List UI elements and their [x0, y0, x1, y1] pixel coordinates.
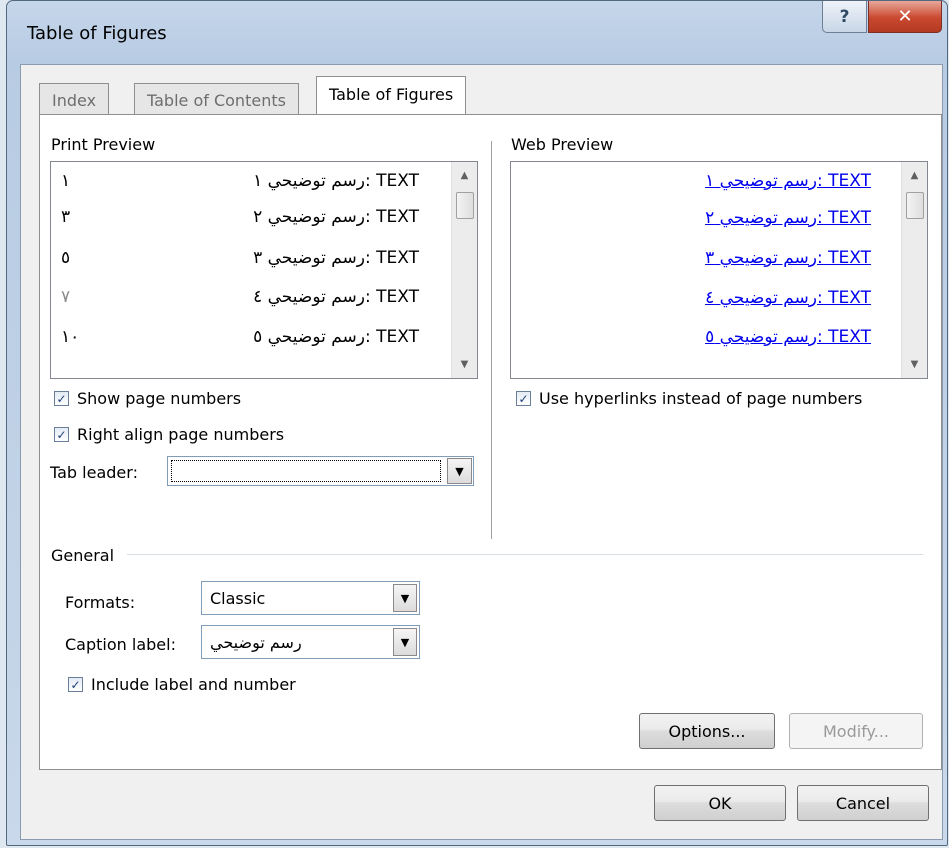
window-title: Table of Figures [27, 23, 167, 44]
formats-label: Formats: [65, 593, 136, 612]
formats-combo[interactable]: Classic ▼ [201, 581, 420, 615]
ok-button[interactable]: OK [654, 785, 786, 821]
chevron-down-icon[interactable]: ▼ [447, 458, 472, 484]
general-separator [127, 554, 923, 555]
scroll-up-icon[interactable]: ▲ [902, 170, 927, 181]
general-group-label: General [51, 546, 115, 565]
tab-leader-focus [171, 460, 441, 482]
tab-index[interactable]: Index [39, 83, 110, 116]
chevron-down-icon[interactable]: ▼ [393, 584, 417, 612]
include-label-label: Include label and number [91, 675, 296, 694]
print-preview-scrollbar[interactable]: ▲ ▼ [451, 162, 477, 378]
use-hyperlinks-label: Use hyperlinks instead of page numbers [539, 389, 863, 408]
right-align-checkbox[interactable]: ✓ Right align page numbers [54, 425, 284, 444]
web-preview-scrollbar[interactable]: ▲ ▼ [901, 162, 927, 378]
scroll-down-icon[interactable]: ▼ [452, 359, 477, 370]
help-button[interactable]: ? [822, 1, 867, 33]
print-preview-page: ٧ [61, 287, 71, 307]
web-preview-label: Web Preview [511, 135, 614, 154]
dialog-window: Table of Figures ? ✕ Index Table of Cont… [6, 0, 948, 846]
print-preview-entry: رسم توضيحي ٣: TEXT [253, 248, 419, 268]
show-page-numbers-label: Show page numbers [77, 389, 242, 408]
print-preview-page: ٥ [61, 248, 71, 268]
include-label-checkbox[interactable]: ✓ Include label and number [68, 675, 296, 694]
print-preview-page: ٣ [61, 207, 71, 227]
use-hyperlinks-checkbox[interactable]: ✓ Use hyperlinks instead of page numbers [516, 389, 862, 408]
help-icon: ? [839, 6, 850, 27]
print-preview-list[interactable]: رسم توضيحي ١: TEXT ١ رسم توضيحي ٢: TEXT … [50, 161, 478, 379]
print-preview-entry: رسم توضيحي ٥: TEXT [253, 327, 419, 347]
checkbox-checked-icon[interactable]: ✓ [516, 391, 531, 406]
caption-label-label: Caption label: [65, 635, 176, 654]
tab-leader-label: Tab leader: [50, 463, 138, 482]
caption-label-value: رسم توضيحي [210, 633, 302, 652]
web-preview-link[interactable]: رسم توضيحي ٥: TEXT [705, 327, 871, 347]
cancel-button[interactable]: Cancel [797, 785, 929, 821]
tab-table-of-figures[interactable]: Table of Figures [316, 76, 467, 116]
print-preview-page: ١ [61, 171, 71, 191]
checkbox-checked-icon[interactable]: ✓ [68, 677, 83, 692]
print-preview-label: Print Preview [51, 135, 156, 154]
checkbox-checked-icon[interactable]: ✓ [54, 391, 69, 406]
web-preview-link[interactable]: رسم توضيحي ٤: TEXT [705, 288, 871, 308]
modify-button[interactable]: Modify... [789, 713, 923, 749]
close-button[interactable]: ✕ [868, 1, 942, 33]
scroll-up-icon[interactable]: ▲ [452, 170, 477, 181]
print-preview-entry: رسم توضيحي ٤: TEXT [253, 287, 419, 307]
web-preview-link[interactable]: رسم توضيحي ٣: TEXT [705, 248, 871, 268]
scroll-down-icon[interactable]: ▼ [902, 359, 927, 370]
tab-leader-combo[interactable]: ▼ [167, 456, 474, 486]
scroll-thumb[interactable] [456, 192, 474, 219]
web-preview-link[interactable]: رسم توضيحي ١: TEXT [705, 171, 871, 191]
caption-label-combo[interactable]: رسم توضيحي ▼ [201, 625, 420, 659]
print-preview-entry: رسم توضيحي ١: TEXT [253, 171, 419, 191]
web-preview-link[interactable]: رسم توضيحي ٢: TEXT [705, 208, 871, 228]
chevron-down-icon[interactable]: ▼ [393, 628, 417, 656]
scroll-thumb[interactable] [906, 192, 924, 219]
vertical-separator [491, 141, 492, 539]
close-icon: ✕ [897, 6, 913, 27]
print-preview-entry: رسم توضيحي ٢: TEXT [253, 207, 419, 227]
show-page-numbers-checkbox[interactable]: ✓ Show page numbers [54, 389, 241, 408]
checkbox-checked-icon[interactable]: ✓ [54, 427, 69, 442]
right-align-label: Right align page numbers [77, 425, 285, 444]
web-preview-list[interactable]: رسم توضيحي ١: TEXT رسم توضيحي ٢: TEXT رس… [510, 161, 928, 379]
tab-table-of-contents[interactable]: Table of Contents [134, 83, 299, 116]
options-button[interactable]: Options... [639, 713, 775, 749]
formats-value: Classic [210, 589, 266, 608]
print-preview-page: ١٠ [61, 327, 80, 347]
